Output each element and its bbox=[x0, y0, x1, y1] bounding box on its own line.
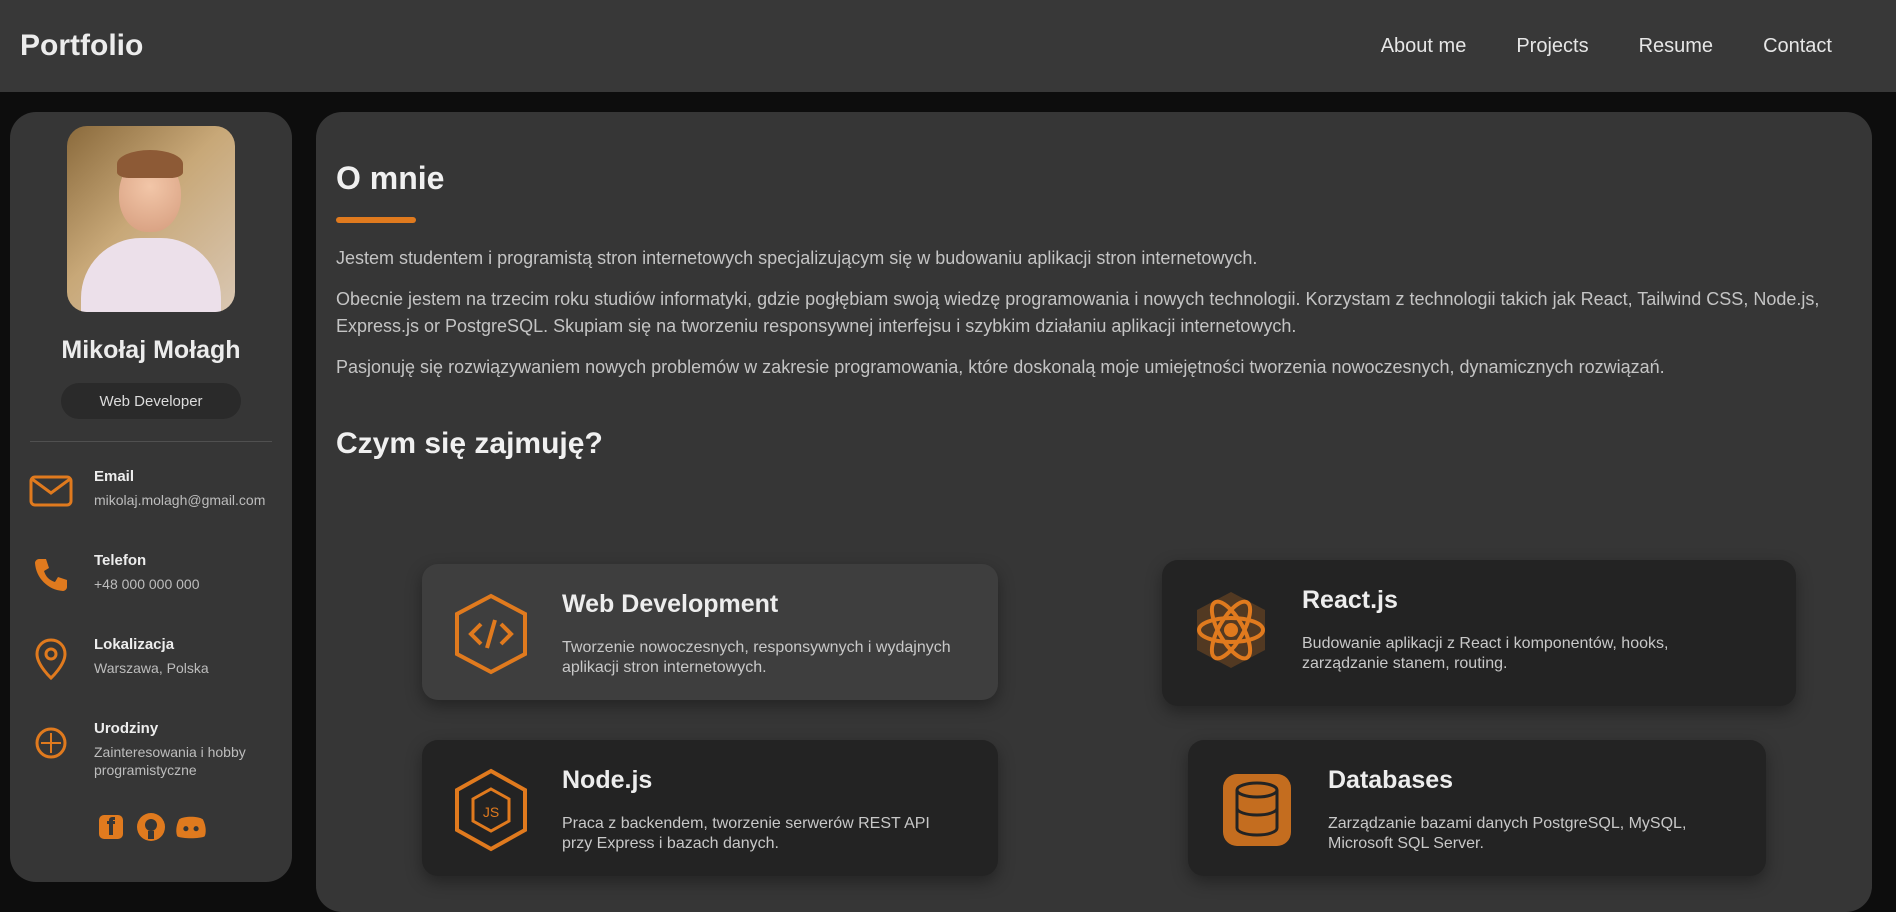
profile-sidebar: Mikołaj Mołagh Web Developer Email mikol… bbox=[10, 112, 292, 882]
avatar bbox=[67, 126, 235, 312]
contact-item-birthday[interactable]: Urodziny Zainteresowania i hobby program… bbox=[10, 712, 292, 796]
nodejs-hexagon-icon: JS bbox=[446, 760, 536, 860]
about-paragraph: Pasjonuję się rozwiązywaniem nowych prob… bbox=[336, 357, 1665, 377]
services-heading: Czym się zajmuję? bbox=[336, 427, 603, 460]
contact-value[interactable]: mikolaj.molagh@gmail.com bbox=[94, 491, 280, 509]
github-icon[interactable] bbox=[134, 810, 168, 844]
database-icon bbox=[1212, 760, 1302, 860]
service-desc: Praca z backendem, tworzenie serwerów RE… bbox=[562, 815, 930, 852]
contact-value[interactable]: +48 000 000 000 bbox=[94, 575, 280, 593]
service-title: React.js bbox=[1302, 586, 1398, 614]
page-title: O mnie bbox=[336, 160, 445, 196]
nav-link-projects[interactable]: Projects bbox=[1516, 35, 1588, 58]
title-accent-bar bbox=[336, 217, 416, 223]
svg-text:JS: JS bbox=[483, 804, 499, 820]
role-badge: Web Developer bbox=[61, 383, 241, 419]
service-card-databases[interactable]: Databases Zarządzanie bazami danych Post… bbox=[1188, 740, 1766, 876]
birthday-icon bbox=[28, 720, 74, 766]
brand-logo[interactable]: Portfolio bbox=[20, 29, 143, 63]
contact-label: Lokalizacja bbox=[94, 636, 175, 653]
top-navbar: Portfolio About me Projects Resume Conta… bbox=[0, 0, 1896, 92]
phone-icon bbox=[28, 552, 74, 598]
nav-link-about[interactable]: About me bbox=[1381, 35, 1467, 58]
social-links bbox=[10, 810, 292, 844]
service-title: Databases bbox=[1328, 766, 1454, 794]
service-card-web-development[interactable]: Web Development Tworzenie nowoczesnych, … bbox=[422, 564, 998, 700]
main-content: O mnie Jestem studentem i programistą st… bbox=[316, 112, 1872, 912]
contact-value: Zainteresowania i hobby programistyczne bbox=[94, 744, 246, 778]
hexagon-code-icon bbox=[446, 584, 536, 684]
react-atom-icon bbox=[1186, 580, 1276, 680]
contact-list: Email mikolaj.molagh@gmail.com Telefon +… bbox=[10, 460, 292, 796]
nav-link-resume[interactable]: Resume bbox=[1639, 35, 1713, 58]
facebook-icon[interactable] bbox=[94, 810, 128, 844]
contact-label: Urodziny bbox=[94, 720, 159, 737]
location-pin-icon bbox=[28, 636, 74, 682]
discord-icon[interactable] bbox=[174, 810, 208, 844]
contact-item-phone[interactable]: Telefon +48 000 000 000 bbox=[10, 544, 292, 628]
nav-links: About me Projects Resume Contact bbox=[1381, 35, 1832, 58]
envelope-icon bbox=[28, 468, 74, 514]
contact-value[interactable]: Warszawa, Polska bbox=[94, 659, 280, 677]
contact-label: Email bbox=[94, 468, 135, 485]
about-paragraph: Jestem studentem i programistą stron int… bbox=[336, 248, 1258, 268]
service-desc: Zarządzanie bazami danych PostgreSQL, My… bbox=[1328, 815, 1687, 852]
contact-item-location[interactable]: Lokalizacja Warszawa, Polska bbox=[10, 628, 292, 712]
service-card-react[interactable]: React.js Budowanie aplikacji z React i k… bbox=[1162, 560, 1796, 706]
contact-item-email[interactable]: Email mikolaj.molagh@gmail.com bbox=[10, 460, 292, 544]
about-paragraph: Obecnie jestem na trzecim roku studiów i… bbox=[336, 289, 1820, 336]
service-desc: Budowanie aplikacji z React i komponentó… bbox=[1302, 635, 1669, 672]
service-title: Node.js bbox=[562, 766, 653, 794]
nav-link-contact[interactable]: Contact bbox=[1763, 35, 1832, 58]
profile-name: Mikołaj Mołagh bbox=[61, 336, 241, 364]
service-desc: Tworzenie nowoczesnych, responsywnych i … bbox=[562, 639, 951, 676]
divider bbox=[30, 441, 272, 442]
service-title: Web Development bbox=[562, 590, 779, 618]
service-card-nodejs[interactable]: JS Node.js Praca z backendem, tworzenie … bbox=[422, 740, 998, 876]
contact-label: Telefon bbox=[94, 552, 147, 569]
